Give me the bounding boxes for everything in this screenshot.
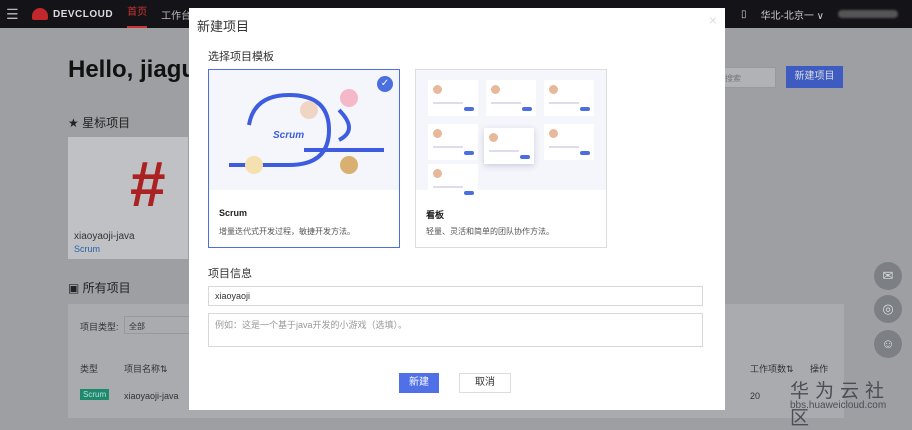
menu-icon[interactable]: ☰ bbox=[6, 6, 19, 23]
template-label: 选择项目模板 bbox=[208, 51, 274, 63]
card-type: Scrum bbox=[74, 244, 101, 254]
mail-icon[interactable]: ✉ bbox=[874, 262, 902, 290]
template-desc: 轻量、灵活和简单的团队协作方法。 bbox=[426, 227, 554, 236]
card-name: xiaoyaoji-java bbox=[74, 231, 135, 242]
starred-project-card[interactable]: # xiaoyaoji-java Scrum bbox=[68, 137, 188, 259]
template-desc: 增量迭代式开发过程，敏捷开发方法。 bbox=[219, 227, 355, 236]
user-account[interactable] bbox=[838, 10, 898, 18]
starred-heading: ★ 星标项目 bbox=[68, 116, 131, 130]
project-description-textarea[interactable]: 例如：这是一个基于java开发的小游戏（选填）。 bbox=[208, 313, 703, 347]
row-work-items: 20 bbox=[750, 391, 761, 401]
scrum-illustration: Scrum bbox=[209, 70, 399, 190]
logo[interactable]: DEVCLOUD bbox=[32, 8, 113, 20]
all-projects-heading: ▣ 所有项目 bbox=[68, 281, 131, 295]
check-icon: ✓ bbox=[377, 76, 393, 92]
col-name[interactable]: 项目名称⇅ bbox=[124, 362, 168, 375]
search-input[interactable]: 搜索 bbox=[720, 67, 776, 88]
scrum-art-text: Scrum bbox=[273, 130, 305, 141]
nav-workbench[interactable]: 工作台 bbox=[161, 7, 191, 22]
col-type: 类型 bbox=[80, 364, 99, 374]
template-name: 看板 bbox=[426, 210, 445, 220]
robot-icon[interactable]: ☺ bbox=[874, 330, 902, 358]
new-project-button[interactable]: 新建项目 bbox=[786, 66, 843, 88]
filter-label: 项目类型: bbox=[80, 322, 119, 332]
starred-title: 星标项目 bbox=[82, 116, 131, 130]
nav-home[interactable]: 首页 bbox=[127, 0, 148, 28]
watermark-url: bbs.huaweicloud.com bbox=[790, 400, 887, 411]
huawei-logo-icon bbox=[32, 8, 48, 20]
all-title: 所有项目 bbox=[82, 281, 131, 295]
cancel-button[interactable]: 取消 bbox=[459, 373, 511, 393]
col-actions: 操作 bbox=[810, 364, 829, 374]
greeting: Hello, jiagu bbox=[68, 56, 197, 83]
row-name[interactable]: xiaoyaoji-java bbox=[124, 391, 179, 401]
info-label: 项目信息 bbox=[208, 268, 252, 280]
project-name-input[interactable]: xiaoyaoji bbox=[208, 286, 703, 306]
project-icon: # bbox=[130, 148, 166, 220]
template-name: Scrum bbox=[219, 208, 248, 218]
template-scrum[interactable]: Scrum ✓ Scrum 增量迭代式开发过程，敏捷开发方法。 bbox=[208, 69, 400, 248]
region-select[interactable]: 华北-北京一 ∨ bbox=[761, 7, 824, 22]
col-work-items[interactable]: 工作项数⇅ bbox=[750, 362, 794, 375]
phone-icon[interactable]: ▯ bbox=[741, 9, 747, 20]
type-filter-select[interactable]: 全部 bbox=[124, 316, 194, 334]
template-kanban[interactable]: 看板 轻量、灵活和简单的团队协作方法。 bbox=[415, 69, 607, 248]
dialog-title: 新建项目 bbox=[197, 19, 250, 34]
close-icon[interactable]: × bbox=[709, 12, 717, 28]
new-project-dialog: 新建项目 × 选择项目模板 Scrum ✓ Scrum 增量迭代式开发过程，敏捷… bbox=[189, 8, 725, 410]
support-icon[interactable]: ◎ bbox=[874, 295, 902, 323]
type-badge: Scrum bbox=[80, 389, 110, 400]
kanban-illustration bbox=[416, 70, 606, 200]
create-button[interactable]: 新建 bbox=[399, 373, 439, 393]
brand-name: DEVCLOUD bbox=[53, 8, 114, 20]
